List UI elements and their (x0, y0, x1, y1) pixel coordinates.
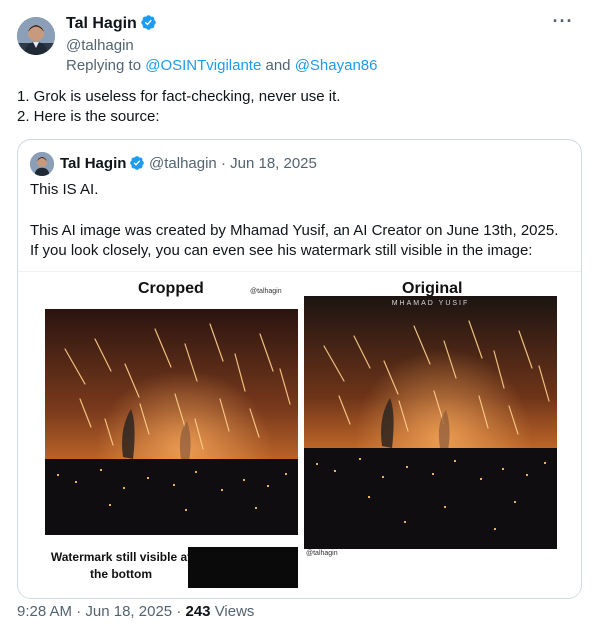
cropped-image-graphic (45, 309, 298, 535)
quote-verified-badge-icon (130, 156, 145, 170)
tweet-text: 1. Grok is useless for fact-checking, ne… (17, 87, 340, 127)
quote-author-name: Tal Hagin (60, 154, 145, 174)
more-icon[interactable]: ··· (552, 12, 574, 34)
tweet-text-line1: 1. Grok is useless for fact-checking, ne… (17, 88, 341, 105)
author-name-text[interactable]: Tal Hagin (66, 15, 137, 32)
views-count: 243 (185, 603, 211, 620)
original-image-graphic (304, 296, 557, 549)
quote-date: Jun 18, 2025 (230, 155, 317, 172)
quote-author-avatar (30, 152, 54, 176)
cropped-bottom-strip (188, 547, 298, 588)
footer-separator-2: · (176, 603, 182, 620)
footer-separator-1: · (76, 603, 82, 620)
quote-author-handle: @talhagin (149, 155, 217, 172)
quoted-tweet[interactable]: Tal Hagin @talhagin · Jun 18, 2025 This … (17, 139, 582, 599)
reply-mention-osintvigilante[interactable]: @OSINTvigilante (145, 57, 261, 74)
quote-meta: @talhagin · Jun 18, 2025 (149, 154, 317, 174)
quote-author-name-text: Tal Hagin (60, 155, 127, 172)
label-cropped: Cropped (138, 280, 204, 297)
tweet-text-line2: 2. Here is the source: (17, 108, 160, 125)
author-name[interactable]: Tal Hagin (66, 14, 157, 34)
replying-to: Replying to @OSINTvigilante and @Shayan8… (66, 56, 378, 76)
author-avatar[interactable] (17, 17, 55, 55)
tweet-time[interactable]: 9:28 AM (17, 603, 72, 620)
quote-meta-separator: · (220, 155, 226, 172)
quote-text-line3: If you look closely, you can even see hi… (30, 242, 533, 259)
small-watermark-top: @talhagin (250, 288, 282, 295)
tweet-date[interactable]: Jun 18, 2025 (85, 603, 172, 620)
watermark-overlay: MHAMAD YUSIF (391, 300, 470, 307)
quote-text-line2: This AI image was created by Mhamad Yusi… (30, 222, 559, 239)
tweet-footer: 9:28 AM · Jun 18, 2025 · 243 Views (17, 602, 254, 622)
watermark-caption: Watermark still visible at the bottom (50, 550, 192, 581)
author-handle[interactable]: @talhagin (66, 36, 134, 56)
views-label: Views (214, 603, 255, 620)
replying-prefix: Replying to (66, 57, 142, 74)
quote-media[interactable]: Cropped @talhagin Original MHAMAD YUSIF … (18, 271, 581, 598)
original-image: MHAMAD YUSIF (304, 296, 557, 549)
quote-text-line1: This IS AI. (30, 181, 99, 198)
small-watermark-bottom: @talhagin (306, 550, 338, 557)
cropped-image (45, 309, 298, 535)
replying-and: and (265, 57, 291, 74)
verified-badge-icon (141, 15, 156, 30)
reply-mention-shayan86[interactable]: @Shayan86 (295, 57, 378, 74)
